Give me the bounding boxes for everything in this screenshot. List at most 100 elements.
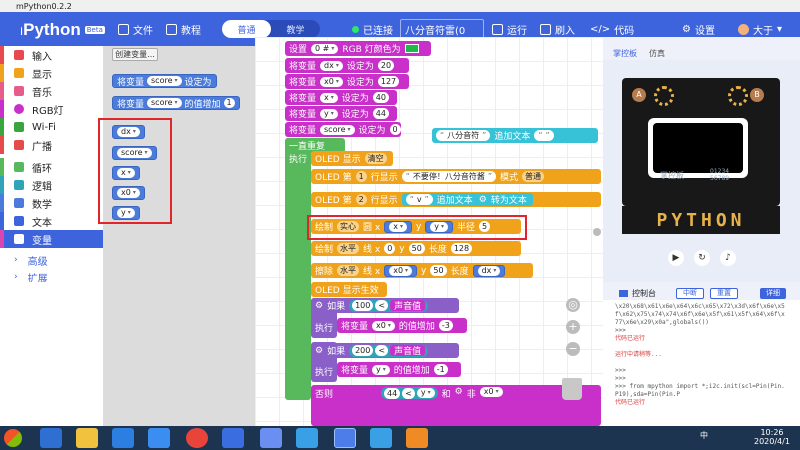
increment-value[interactable]: 1 bbox=[223, 98, 235, 108]
windows-start-icon[interactable] bbox=[4, 429, 22, 447]
else-block[interactable]: 否则 44<y 和 ⚙ 非 x0 bbox=[311, 385, 601, 426]
set-rgb-block[interactable]: 设置 0 # RGB 灯颜色为 bbox=[285, 41, 431, 56]
value-input[interactable]: 0 bbox=[389, 124, 401, 135]
variable-dropdown[interactable]: dx bbox=[477, 265, 501, 276]
mode-teach[interactable]: 教学 bbox=[271, 20, 320, 38]
operator-dropdown[interactable]: < bbox=[375, 300, 389, 311]
zoom-in-icon[interactable]: + bbox=[566, 320, 580, 334]
run-button[interactable]: 运行 bbox=[492, 22, 527, 37]
tab-board[interactable]: 掌控板 bbox=[613, 48, 637, 59]
app-icon[interactable] bbox=[148, 428, 170, 448]
category-math[interactable]: 数学 bbox=[0, 194, 103, 212]
value-input[interactable]: 20 bbox=[377, 60, 395, 71]
variable-getter[interactable]: score bbox=[112, 146, 157, 160]
mode-normal[interactable]: 普通 bbox=[222, 20, 271, 38]
compare-block[interactable]: 44 < y bbox=[381, 387, 438, 399]
value-input[interactable]: -3 bbox=[438, 320, 453, 331]
oled-line2-block[interactable]: OLED 第 2 行显示 v追加文本⚙转为文本 bbox=[311, 192, 601, 207]
cloud-icon[interactable] bbox=[222, 428, 244, 448]
led-dropdown[interactable]: 0 # bbox=[311, 43, 339, 54]
if-header-1[interactable]: ⚙ 如果 100 < 声音值 bbox=[311, 298, 459, 313]
number-input[interactable]: 200 bbox=[352, 345, 374, 356]
variable-dropdown[interactable]: dx bbox=[320, 60, 343, 71]
set-variable-block[interactable]: 将变量 score 设定为 bbox=[112, 74, 217, 88]
category-variable[interactable]: 变量 bbox=[0, 230, 103, 248]
restart-icon[interactable]: ↻ bbox=[694, 250, 710, 266]
button-a[interactable]: A bbox=[632, 88, 646, 102]
app-icon[interactable] bbox=[296, 428, 318, 448]
ie-icon[interactable] bbox=[40, 428, 62, 448]
user-menu[interactable]: 大于 ▾ bbox=[738, 22, 782, 37]
direction-dropdown[interactable]: 水平 bbox=[337, 265, 360, 276]
clock[interactable]: 10:26 2020/4/1 bbox=[754, 428, 790, 446]
file-menu[interactable]: 文件 bbox=[118, 22, 153, 37]
settings-button[interactable]: ⚙ 设置 bbox=[682, 22, 715, 37]
variable-getter[interactable]: x0 bbox=[384, 264, 418, 277]
flash-button[interactable]: 刷入 bbox=[540, 22, 575, 37]
y-input[interactable]: 50 bbox=[408, 243, 425, 254]
if-header-2[interactable]: ⚙ 如果 200 < 声音值 bbox=[311, 343, 459, 358]
workspace-scroll-handle[interactable] bbox=[593, 228, 601, 236]
value-input[interactable]: -1 bbox=[433, 364, 448, 375]
category-broadcast[interactable]: 广播 bbox=[0, 136, 103, 154]
tutorial-menu[interactable]: 教程 bbox=[166, 22, 201, 37]
category-advanced[interactable]: › 高级 bbox=[0, 251, 103, 269]
category-text[interactable]: 文本 bbox=[0, 212, 103, 230]
variable-dropdown[interactable]: y bbox=[320, 108, 338, 119]
change-x0-block[interactable]: 将变量x0的值增加-3 bbox=[337, 318, 467, 333]
string-input[interactable]: 八分音符 bbox=[436, 130, 491, 141]
oled-clear-dropdown[interactable]: 清空 bbox=[364, 153, 387, 164]
string-input-empty[interactable] bbox=[534, 130, 554, 141]
assign-block[interactable]: 将变量x0设定为127 bbox=[285, 74, 409, 89]
variable-dropdown[interactable]: x bbox=[320, 92, 338, 103]
variable-dropdown[interactable]: x0 bbox=[117, 188, 140, 198]
phone-icon[interactable] bbox=[370, 428, 392, 448]
oled-clear-block[interactable]: OLED 显示 清空 bbox=[311, 151, 393, 166]
variable-getter[interactable]: y bbox=[112, 206, 140, 220]
bird-icon[interactable] bbox=[260, 428, 282, 448]
tab-simulator[interactable]: 仿真 bbox=[649, 48, 665, 59]
variable-dropdown[interactable]: y bbox=[117, 208, 135, 218]
change-variable-block[interactable]: 将变量 score 的值增加 1 bbox=[112, 96, 240, 110]
assign-block[interactable]: 将变量score设定为0 bbox=[285, 122, 401, 137]
variable-dropdown[interactable]: x0 bbox=[372, 320, 395, 331]
variable-dropdown[interactable]: score bbox=[147, 76, 182, 86]
mode-toggle[interactable]: 普通 教学 bbox=[222, 20, 320, 38]
oled-apply-block[interactable]: OLED 显示生效 bbox=[311, 282, 387, 297]
variable-dropdown[interactable]: y bbox=[416, 388, 435, 398]
y-input[interactable]: 50 bbox=[430, 265, 447, 276]
console-output[interactable]: \x20\x68\x61\x6e\x64\x6c\x65\x72\x3d\x6f… bbox=[603, 300, 800, 426]
trash-icon[interactable] bbox=[562, 378, 582, 400]
scissors-icon[interactable] bbox=[406, 428, 428, 448]
length-input[interactable]: 128 bbox=[450, 243, 473, 254]
number-input[interactable]: 100 bbox=[352, 300, 374, 311]
category-display[interactable]: 显示 bbox=[0, 64, 103, 82]
variable-dropdown[interactable]: score bbox=[117, 148, 152, 158]
category-loop[interactable]: 循环 bbox=[0, 158, 103, 176]
string-input[interactable]: v bbox=[405, 194, 433, 205]
forever-loop-block[interactable] bbox=[285, 138, 311, 400]
compare-block[interactable]: 100 < 声音值 bbox=[349, 299, 429, 312]
string-input[interactable]: 不要停！八分音符酱 bbox=[401, 171, 496, 182]
category-input[interactable]: 输入 bbox=[0, 46, 103, 64]
variable-dropdown[interactable]: score bbox=[320, 124, 355, 135]
variable-dropdown[interactable]: dx bbox=[117, 127, 140, 137]
play-icon[interactable]: ▶ bbox=[668, 250, 684, 266]
code-button[interactable]: </> 代码 bbox=[590, 22, 634, 37]
mpython-taskbar-icon[interactable] bbox=[334, 428, 356, 448]
mode-dropdown[interactable]: 普通 bbox=[522, 171, 545, 182]
draw-hline-block[interactable]: 绘制 水平 线 x 0 y 50 长度 128 bbox=[311, 241, 521, 256]
folder-icon[interactable] bbox=[76, 428, 98, 448]
variable-dropdown[interactable]: x0 bbox=[320, 76, 343, 87]
append-text-block[interactable]: 八分音符追加文本 bbox=[432, 128, 598, 143]
assign-block[interactable]: 将变量dx设定为20 bbox=[285, 58, 409, 73]
filename-field[interactable]: 八分音符雷(0 bbox=[400, 19, 484, 39]
x-input[interactable]: 0 bbox=[384, 243, 396, 254]
compare-block[interactable]: 200 < 声音值 bbox=[349, 344, 429, 357]
value-input[interactable]: 44 bbox=[372, 108, 389, 119]
language-indicator[interactable]: 中 bbox=[700, 430, 708, 441]
assign-block[interactable]: 将变量y设定为44 bbox=[285, 106, 397, 121]
sound-sensor-block[interactable]: 声音值 bbox=[390, 300, 426, 312]
operator-dropdown[interactable]: < bbox=[375, 345, 389, 356]
variable-getter[interactable]: dx bbox=[112, 125, 145, 139]
